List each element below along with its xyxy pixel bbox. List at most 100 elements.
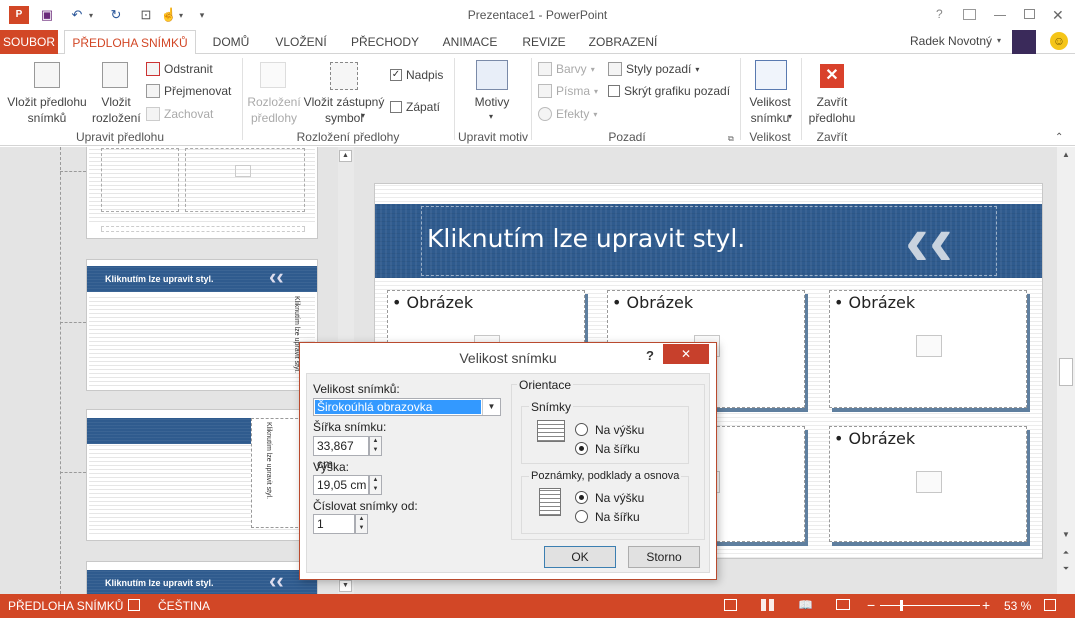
slides-landscape-label[interactable]: Na šířku bbox=[595, 442, 640, 456]
user-dropdown-icon[interactable]: ▾ bbox=[997, 36, 1001, 45]
height-stepper[interactable]: ▲ ▼ bbox=[369, 475, 382, 495]
tab-home[interactable]: DOMŮ bbox=[204, 30, 258, 54]
colors-button[interactable]: Barvy ▾ bbox=[538, 62, 595, 76]
slideshow-icon[interactable] bbox=[836, 599, 850, 610]
notes-landscape-label[interactable]: Na šířku bbox=[595, 510, 640, 524]
dialog-help-icon[interactable]: ? bbox=[646, 348, 654, 363]
insert-layout-button[interactable]: Vložit rozložení bbox=[92, 94, 141, 126]
minimize-icon[interactable] bbox=[994, 15, 1006, 16]
insert-placeholder-button[interactable]: Vložit zástupný symbol bbox=[302, 94, 386, 126]
accessibility-icon[interactable] bbox=[128, 599, 140, 611]
delete-button[interactable]: Odstranit bbox=[146, 62, 213, 76]
title-checkbox[interactable]: ✓ Nadpis bbox=[390, 68, 443, 82]
scroll-up-icon[interactable]: ▲ bbox=[1060, 150, 1072, 162]
next-slide-icon[interactable]: ⏷ bbox=[1060, 564, 1072, 576]
width-input[interactable]: 33,867 cm bbox=[313, 436, 369, 471]
slide-thumbnail[interactable] bbox=[86, 147, 318, 239]
normal-view-icon[interactable] bbox=[724, 599, 737, 611]
ribbon-tabs: SOUBOR PŘEDLOHA SNÍMKŮ DOMŮ VLOŽENÍ PŘEC… bbox=[0, 30, 1075, 55]
master-layout-button[interactable]: Rozložení předlohy bbox=[246, 94, 302, 126]
scrollbar-thumb[interactable] bbox=[1059, 358, 1073, 386]
slide-size-select[interactable]: Širokoúhlá obrazovka ▼ bbox=[313, 398, 501, 416]
tab-review[interactable]: REVIZE bbox=[516, 30, 572, 54]
collapse-ribbon-icon[interactable]: ⌃ bbox=[1055, 132, 1063, 143]
fonts-button[interactable]: Písma ▾ bbox=[538, 84, 598, 98]
tab-file[interactable]: SOUBOR bbox=[0, 30, 58, 54]
chevron-down-icon[interactable]: ▼ bbox=[482, 399, 500, 415]
maximize-icon[interactable] bbox=[1024, 9, 1035, 19]
slide-thumbnail[interactable]: ‹‹ Kliknutím lze upravit styl. bbox=[86, 409, 318, 541]
touch-dropdown-icon[interactable]: ▾ bbox=[176, 6, 186, 24]
themes-button[interactable]: Motivy bbox=[464, 94, 520, 110]
zoom-level[interactable]: 53 % bbox=[1004, 599, 1031, 613]
number-from-stepper[interactable]: ▲ ▼ bbox=[355, 514, 368, 534]
cancel-button[interactable]: Storno bbox=[628, 546, 700, 568]
slide-thumbnail[interactable]: Kliknutím lze upravit styl. ‹‹ Kliknutím… bbox=[86, 259, 318, 391]
slides-landscape-radio[interactable] bbox=[575, 442, 588, 455]
colors-label: Barvy bbox=[556, 62, 587, 76]
zoom-slider-thumb[interactable] bbox=[900, 600, 903, 611]
hide-bg-checkbox[interactable]: Skrýt grafiku pozadí bbox=[608, 84, 730, 98]
slides-portrait-label[interactable]: Na výšku bbox=[595, 423, 644, 437]
bg-styles-button[interactable]: Styly pozadí ▾ bbox=[608, 62, 699, 76]
presentation-icon[interactable]: ⊡ bbox=[136, 6, 156, 24]
tab-slide-master[interactable]: PŘEDLOHA SNÍMKŮ bbox=[64, 30, 196, 55]
reading-view-icon[interactable]: 📖 bbox=[798, 598, 813, 612]
fit-to-window-icon[interactable] bbox=[1044, 599, 1056, 611]
undo-dropdown-icon[interactable]: ▾ bbox=[86, 6, 96, 24]
dialog-launcher-icon[interactable]: ⧉ bbox=[728, 134, 734, 144]
close-master-button[interactable]: Zavřít předlohu bbox=[804, 94, 860, 126]
number-from-input[interactable]: 1 bbox=[313, 514, 355, 534]
height-input[interactable]: 19,05 cm bbox=[313, 475, 369, 495]
undo-icon[interactable]: ↶ bbox=[66, 6, 88, 24]
footer-checkbox[interactable]: Zápatí bbox=[390, 100, 440, 114]
tab-view[interactable]: ZOBRAZENÍ bbox=[582, 30, 664, 54]
scroll-up-icon[interactable]: ▲ bbox=[339, 150, 352, 162]
save-icon[interactable]: ▣ bbox=[38, 6, 56, 24]
language-label[interactable]: ČEŠTINA bbox=[158, 599, 210, 613]
separator bbox=[801, 58, 802, 140]
zoom-out-icon[interactable]: − bbox=[867, 597, 875, 613]
insert-master-button[interactable]: Vložit předlohu snímků bbox=[4, 94, 90, 126]
tab-insert[interactable]: VLOŽENÍ bbox=[268, 30, 334, 54]
slide-thumbnail[interactable]: Kliknutím lze upravit styl. ‹‹ bbox=[86, 561, 318, 594]
slides-portrait-radio[interactable] bbox=[575, 423, 588, 436]
scroll-down-icon[interactable]: ▼ bbox=[1060, 530, 1072, 542]
powerpoint-logo-icon[interactable]: P bbox=[9, 6, 29, 24]
chevron-icon: ‹‹ bbox=[269, 568, 284, 593]
rename-button[interactable]: Přejmenovat bbox=[146, 84, 231, 98]
notes-portrait-label[interactable]: Na výšku bbox=[595, 491, 644, 505]
effects-icon bbox=[538, 107, 552, 121]
user-name[interactable]: Radek Novotný bbox=[910, 34, 992, 48]
redo-icon[interactable]: ↻ bbox=[106, 6, 126, 24]
slide-size-button[interactable]: Velikost snímku bbox=[742, 94, 798, 126]
thumbnail-vertical-title: Kliknutím lze upravit styl. bbox=[265, 422, 272, 500]
preserve-button[interactable]: Zachovat bbox=[146, 107, 213, 121]
slide-orientation-icon bbox=[537, 420, 565, 442]
effects-button[interactable]: Efekty ▾ bbox=[538, 107, 597, 121]
notes-landscape-radio[interactable] bbox=[575, 510, 588, 523]
separator bbox=[454, 58, 455, 140]
help-icon[interactable]: ? bbox=[936, 7, 943, 21]
content-placeholder[interactable]: • Obrázek bbox=[829, 290, 1027, 408]
separator bbox=[531, 58, 532, 140]
zoom-in-icon[interactable]: + bbox=[982, 597, 990, 613]
tab-animations[interactable]: ANIMACE bbox=[436, 30, 504, 54]
close-icon[interactable]: ✕ bbox=[1052, 7, 1064, 24]
smiley-icon[interactable]: ☺ bbox=[1050, 32, 1068, 50]
content-placeholder[interactable]: • Obrázek bbox=[829, 426, 1027, 542]
avatar[interactable] bbox=[1012, 30, 1036, 54]
customize-qat-icon[interactable]: ▾ bbox=[196, 6, 208, 24]
ok-button[interactable]: OK bbox=[544, 546, 616, 568]
notes-portrait-radio[interactable] bbox=[575, 491, 588, 504]
dialog-close-button[interactable]: ✕ bbox=[663, 344, 709, 364]
ribbon-display-icon[interactable] bbox=[963, 9, 976, 20]
width-stepper[interactable]: ▲ ▼ bbox=[369, 436, 382, 456]
connector-line bbox=[60, 147, 61, 594]
connector-line bbox=[60, 322, 86, 323]
tab-transitions[interactable]: PŘECHODY bbox=[346, 30, 424, 54]
scroll-down-icon[interactable]: ▼ bbox=[339, 580, 352, 592]
previous-slide-icon[interactable]: ⏶ bbox=[1060, 548, 1072, 560]
slide-sorter-icon[interactable] bbox=[761, 599, 774, 611]
zoom-slider[interactable] bbox=[880, 605, 980, 606]
